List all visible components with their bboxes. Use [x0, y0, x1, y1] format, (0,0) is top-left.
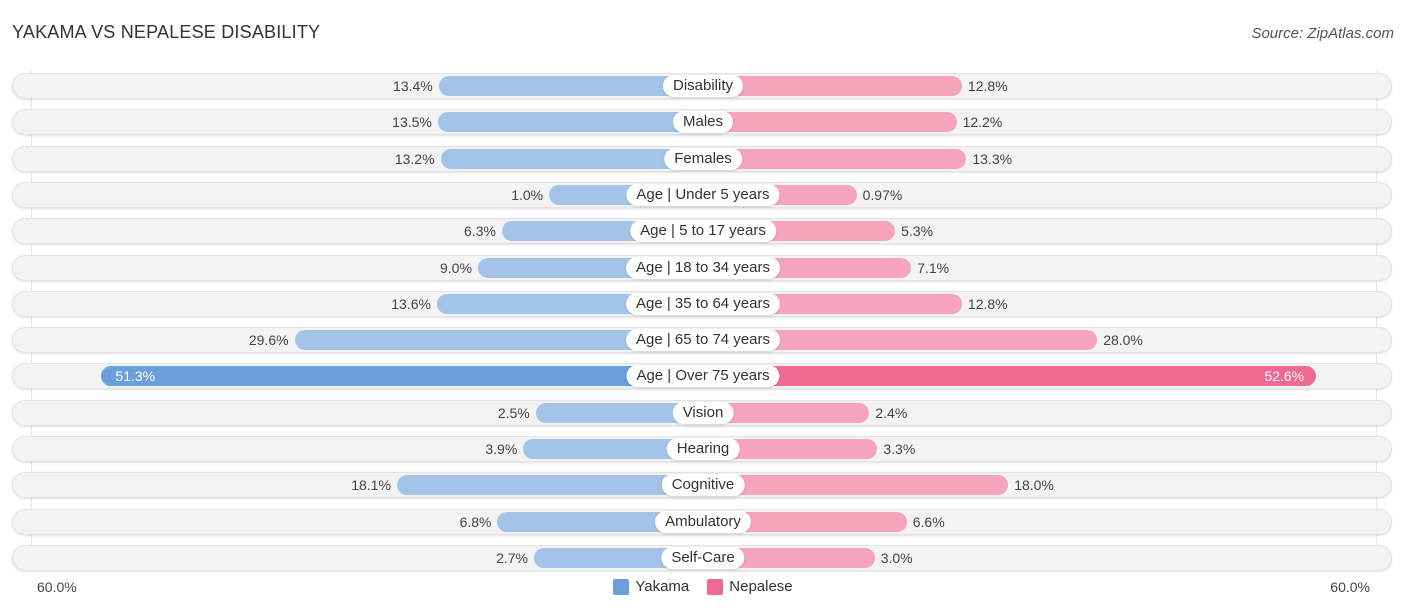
value-label-nepalese: 3.0%	[880, 549, 913, 566]
value-label-yakama: 3.9%	[485, 441, 518, 457]
category-label: Hearing	[666, 438, 740, 460]
category-label: Age | 65 to 74 years	[626, 329, 780, 352]
legend-label-nepalese: Nepalese	[729, 578, 793, 595]
category-label: Males	[672, 111, 734, 134]
category-label: Self-Care	[661, 546, 745, 569]
bar-nepalese[interactable]	[703, 148, 967, 169]
bar-yakama[interactable]	[101, 366, 703, 387]
value-label-nepalese: 5.3%	[901, 223, 934, 240]
value-label-yakama: 1.0%	[511, 186, 544, 203]
value-label-nepalese: 6.6%	[912, 513, 945, 530]
category-label: Age | 18 to 34 years	[626, 256, 780, 279]
legend: Yakama Nepalese	[0, 578, 1406, 595]
value-label-yakama: 13.4%	[393, 78, 433, 94]
legend-item-yakama[interactable]: Yakama	[613, 578, 689, 595]
value-label-yakama: 51.3%	[115, 368, 156, 385]
value-label-yakama: 9.0%	[439, 259, 472, 276]
value-label-yakama: 18.1%	[351, 477, 391, 494]
value-label-nepalese: 3.3%	[883, 441, 916, 457]
category-label: Age | 5 to 17 years	[630, 220, 776, 243]
category-label: Age | Under 5 years	[626, 183, 780, 206]
value-label-nepalese: 13.3%	[972, 150, 1013, 167]
bar-yakama[interactable]	[437, 112, 703, 133]
category-label: Cognitive	[661, 474, 745, 497]
bar-nepalese[interactable]	[703, 366, 1317, 387]
bar-nepalese[interactable]	[703, 112, 957, 133]
value-label-yakama: 6.8%	[459, 513, 492, 530]
category-label: Vision	[672, 401, 734, 424]
legend-label-yakama: Yakama	[635, 578, 690, 595]
value-label-nepalese: 12.8%	[967, 78, 1008, 94]
value-label-nepalese: 7.1%	[917, 259, 950, 276]
bar-nepalese[interactable]	[703, 475, 1009, 496]
value-label-yakama: 29.6%	[248, 332, 289, 349]
value-label-nepalese: 12.2%	[962, 114, 1003, 131]
category-label: Disability	[662, 75, 744, 97]
chart-area: 13.4% 12.8% Disability 13.5% 12.2% Males 13.2%…	[0, 0, 1406, 612]
legend-item-nepalese[interactable]: Nepalese	[707, 578, 793, 595]
legend-swatch-yakama	[613, 578, 630, 595]
value-label-yakama: 2.7%	[496, 549, 528, 566]
value-label-yakama: 13.2%	[394, 150, 435, 167]
value-label-yakama: 13.5%	[392, 114, 432, 131]
legend-swatch-nepalese	[707, 578, 724, 595]
value-label-nepalese: 12.8%	[967, 295, 1008, 312]
value-label-nepalese: 18.0%	[1014, 477, 1054, 494]
value-label-nepalese: 2.4%	[875, 404, 908, 421]
category-label: Females	[664, 147, 742, 170]
value-label-nepalese: 28.0%	[1103, 332, 1143, 349]
category-label: Age | 35 to 64 years	[626, 292, 780, 315]
value-label-yakama: 6.3%	[464, 223, 496, 240]
value-label-nepalese: 52.6%	[1264, 368, 1305, 385]
category-label: Age | Over 75 years	[626, 365, 780, 388]
bar-yakama[interactable]	[396, 475, 703, 496]
value-label-yakama: 2.5%	[497, 404, 530, 421]
value-label-yakama: 13.6%	[391, 295, 431, 312]
value-label-nepalese: 0.97%	[862, 186, 903, 203]
category-label: Ambulatory	[655, 510, 751, 533]
